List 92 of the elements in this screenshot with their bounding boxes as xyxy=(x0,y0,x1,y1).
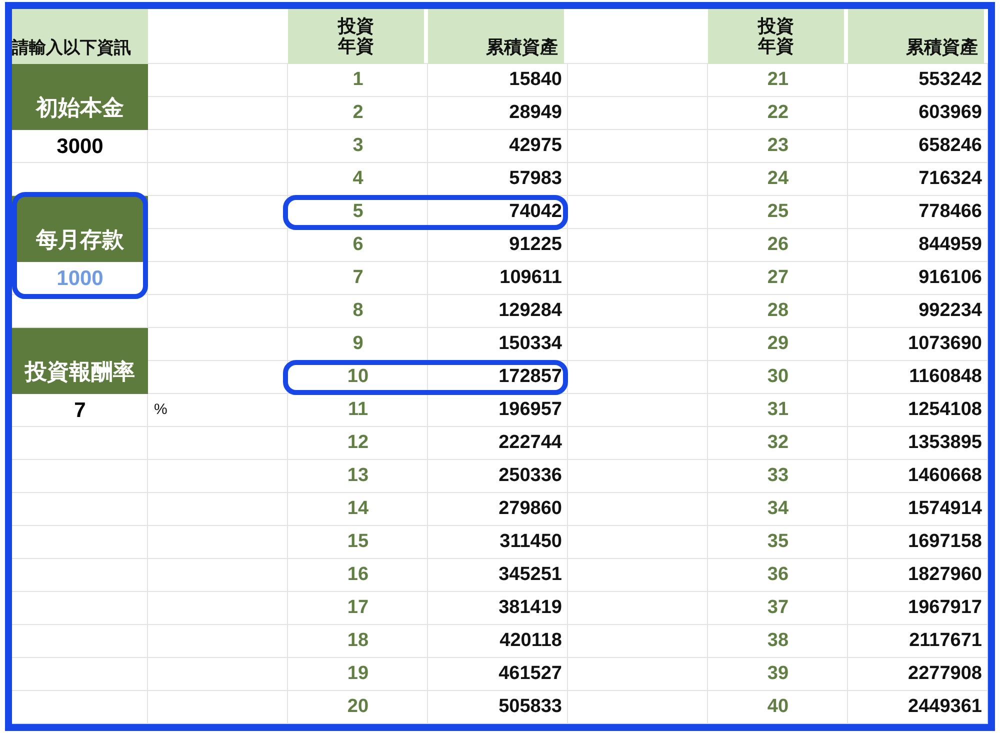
table-cell-text: 505833 xyxy=(498,695,563,720)
table-cell-text: 381419 xyxy=(498,596,563,620)
table-cell-text: 658246 xyxy=(918,134,983,158)
table-cell-text: 1574914 xyxy=(907,497,983,522)
table-cell-text: 37 xyxy=(766,596,790,620)
table-cell-text: 172857 xyxy=(498,365,563,390)
table-cell-text: 7 xyxy=(352,266,364,290)
table-cell-text: 716324 xyxy=(918,167,983,192)
table-cell-text: 36 xyxy=(766,563,790,588)
table-cell-text: 25 xyxy=(766,200,790,224)
table-cell-text: 26 xyxy=(766,233,790,258)
table-cell-text: 3 xyxy=(352,134,364,158)
table-cell-text: 28 xyxy=(766,299,790,324)
table-cell-text: 31 xyxy=(766,398,790,422)
table-cell-text: 553242 xyxy=(918,68,983,92)
table-cell-text: 1697158 xyxy=(907,530,983,554)
table-cell-text: 12 xyxy=(346,431,370,456)
column-header: 投資年資 xyxy=(708,9,844,64)
table-cell-text: 150334 xyxy=(498,332,563,356)
unit-label: % xyxy=(153,400,168,420)
table-cell-text: 2277908 xyxy=(907,662,983,686)
table-cell-text: 32 xyxy=(766,431,790,456)
input-value: 3000 xyxy=(56,134,104,160)
table-cell-text: 311450 xyxy=(498,530,563,554)
table-cell-text: 9 xyxy=(352,332,364,356)
table-cell-text: 57983 xyxy=(508,167,563,192)
table-cell-text: 42975 xyxy=(508,134,563,158)
table-cell-text: 13 xyxy=(346,464,370,488)
table-cell-text: 29 xyxy=(766,332,790,356)
table-cell-text: 17 xyxy=(346,596,370,620)
table-cell-text: 2117671 xyxy=(908,629,983,654)
section-header: 請輸入以下資訊 xyxy=(12,9,148,64)
table-cell-text: 129284 xyxy=(498,299,563,324)
table-cell-text: 4 xyxy=(352,167,364,192)
table-cell-text: 34 xyxy=(766,497,790,522)
table-cell-text: 1353895 xyxy=(907,431,983,456)
table-cell-text: 15 xyxy=(346,530,370,554)
table-cell-text: 1254108 xyxy=(907,398,983,422)
table-cell-text: 196957 xyxy=(498,398,563,422)
table-cell-text: 345251 xyxy=(498,563,563,588)
table-cell-text: 30 xyxy=(766,365,790,390)
column-header: 累積資產 xyxy=(848,9,984,64)
table-cell-text: 420118 xyxy=(498,629,563,654)
table-cell-text: 778466 xyxy=(918,200,983,224)
table-cell-text: 2 xyxy=(352,101,364,126)
table-cell-text: 40 xyxy=(766,695,790,720)
table-cell-text: 279860 xyxy=(498,497,563,522)
table-cell-text: 916106 xyxy=(918,266,983,290)
table-cell-text: 38 xyxy=(766,629,790,654)
column-header: 累積資產 xyxy=(428,9,564,64)
table-cell-text: 250336 xyxy=(498,464,563,488)
table-cell-text: 20 xyxy=(346,695,370,720)
table-cell-text: 15840 xyxy=(508,68,563,92)
table-cell-text: 1967917 xyxy=(907,596,983,620)
table-cell-text: 992234 xyxy=(918,299,983,324)
table-cell-text: 844959 xyxy=(918,233,983,258)
input-label: 投資報酬率 xyxy=(12,328,148,394)
table-cell-text: 1460668 xyxy=(907,464,983,488)
table-cell-text: 27 xyxy=(766,266,790,290)
table-cell-text: 1 xyxy=(352,68,364,92)
table-cell-text: 74042 xyxy=(508,200,563,224)
table-cell-text: 5 xyxy=(352,200,364,224)
table-cell-text: 109611 xyxy=(498,266,563,290)
table-cell-text: 11 xyxy=(346,398,370,422)
table-cell-text: 222744 xyxy=(498,431,563,456)
table-cell-text: 16 xyxy=(346,563,370,588)
input-label: 初始本金 xyxy=(12,64,148,130)
table-cell-text: 1073690 xyxy=(907,332,983,356)
table-cell-text: 18 xyxy=(346,629,370,654)
input-value: 1000 xyxy=(56,266,104,292)
table-cell-text: 23 xyxy=(766,134,790,158)
table-cell-text: 10 xyxy=(346,365,370,390)
table-cell-text: 8 xyxy=(352,299,364,324)
table-cell-text: 19 xyxy=(346,662,370,686)
table-cell-text: 33 xyxy=(766,464,790,488)
table-cell-text: 603969 xyxy=(918,101,983,126)
table-cell-text: 1827960 xyxy=(907,563,983,588)
table-cell-text: 35 xyxy=(766,530,790,554)
table-cell-text: 28949 xyxy=(508,101,563,126)
table-cell-text: 39 xyxy=(766,662,790,686)
table-cell-text: 14 xyxy=(346,497,370,522)
table-cell-text: 1160848 xyxy=(908,365,983,390)
table-cell-text: 22 xyxy=(766,101,790,126)
table-cell-text: 21 xyxy=(766,68,790,92)
table-cell-text: 2449361 xyxy=(907,695,983,720)
input-value: 7 xyxy=(73,398,87,424)
table-cell-text: 91225 xyxy=(508,233,563,258)
input-label: 每月存款 xyxy=(12,196,148,262)
table-cell-text: 24 xyxy=(766,167,790,192)
table-cell-text: 6 xyxy=(352,233,364,258)
column-header: 投資年資 xyxy=(288,9,424,64)
table-cell-text: 461527 xyxy=(498,662,563,686)
